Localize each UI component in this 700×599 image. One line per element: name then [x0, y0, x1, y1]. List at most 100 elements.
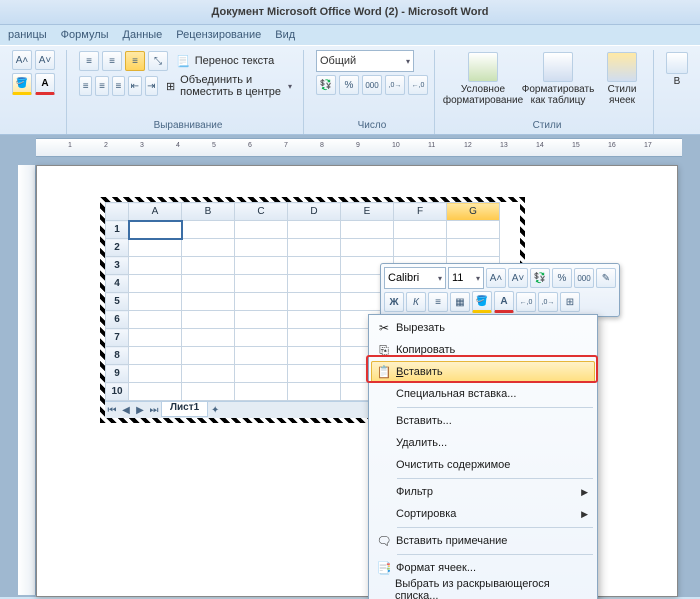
cell[interactable]: [129, 293, 182, 311]
decrease-decimal-button[interactable]: ←,0: [408, 75, 428, 95]
sheet-nav-next[interactable]: ▶: [133, 403, 147, 417]
row-header[interactable]: 6: [106, 311, 129, 329]
menu-paste[interactable]: 📋Вставить: [371, 361, 595, 383]
cell[interactable]: [288, 383, 341, 401]
mini-font-dropdown[interactable]: Calibri▾: [384, 267, 446, 289]
decrease-indent-button[interactable]: ⇤: [128, 76, 141, 96]
cell[interactable]: [129, 221, 182, 239]
cell[interactable]: [182, 311, 235, 329]
row-header[interactable]: 8: [106, 347, 129, 365]
cell[interactable]: [129, 329, 182, 347]
align-right-button[interactable]: ≡: [112, 76, 125, 96]
cell[interactable]: [235, 221, 288, 239]
mini-bold-button[interactable]: Ж: [384, 292, 404, 312]
cell[interactable]: [182, 365, 235, 383]
cell[interactable]: [235, 311, 288, 329]
menu-paste-special[interactable]: Специальная вставка...: [371, 383, 595, 405]
cell[interactable]: [129, 311, 182, 329]
menu-cut[interactable]: ✂Вырезать: [371, 317, 595, 339]
cell[interactable]: [288, 257, 341, 275]
cell[interactable]: [182, 257, 235, 275]
mini-shrink-font-button[interactable]: A˅: [508, 268, 528, 288]
row-header[interactable]: 4: [106, 275, 129, 293]
cell[interactable]: [288, 221, 341, 239]
mini-borders-button[interactable]: ▦: [450, 292, 470, 312]
sheet-nav-prev[interactable]: ◀: [119, 403, 133, 417]
fill-color-button[interactable]: 🪣: [12, 73, 32, 95]
cell[interactable]: [182, 221, 235, 239]
cell[interactable]: [288, 275, 341, 293]
align-bottom-button[interactable]: ≡: [125, 51, 145, 71]
mini-align-center-button[interactable]: ≡: [428, 292, 448, 312]
col-header-e[interactable]: E: [341, 203, 394, 221]
cell[interactable]: [129, 347, 182, 365]
merge-center-button[interactable]: ⊞Объединить и поместить в центре▾: [161, 75, 297, 97]
menu-insert[interactable]: Вставить...: [371, 410, 595, 432]
horizontal-ruler[interactable]: 1234567891011121314151617: [36, 138, 682, 157]
menu-format-cells[interactable]: 📑Формат ячеек...: [371, 557, 595, 579]
tab-formulas[interactable]: Формулы: [61, 29, 109, 41]
row-header[interactable]: 5: [106, 293, 129, 311]
menu-filter[interactable]: Фильтр▶: [371, 481, 595, 503]
align-middle-button[interactable]: ≡: [102, 51, 122, 71]
mini-font-color-button[interactable]: A: [494, 291, 514, 313]
align-top-button[interactable]: ≡: [79, 51, 99, 71]
number-format-dropdown[interactable]: Общий▾: [316, 50, 414, 72]
cell[interactable]: [129, 365, 182, 383]
menu-comment[interactable]: 🗨Вставить примечание: [371, 530, 595, 552]
align-center-button[interactable]: ≡: [95, 76, 108, 96]
tab-data[interactable]: Данные: [123, 29, 163, 41]
row-header[interactable]: 2: [106, 239, 129, 257]
menu-dropdown-list[interactable]: Выбрать из раскрывающегося списка...: [371, 579, 595, 599]
new-sheet-button[interactable]: ✦: [208, 403, 222, 417]
menu-sort[interactable]: Сортировка▶: [371, 503, 595, 525]
mini-size-dropdown[interactable]: 11▾: [448, 267, 484, 289]
increase-indent-button[interactable]: ⇥: [145, 76, 158, 96]
cell[interactable]: [235, 293, 288, 311]
insert-cells-button[interactable]: В: [666, 50, 688, 87]
row-header[interactable]: 7: [106, 329, 129, 347]
cell[interactable]: [341, 239, 394, 257]
cell[interactable]: [182, 347, 235, 365]
tab-pages[interactable]: раницы: [8, 29, 47, 41]
col-header-b[interactable]: B: [182, 203, 235, 221]
orientation-button[interactable]: ⤡: [148, 51, 168, 71]
mini-inc-decimal-button[interactable]: ,0→: [538, 292, 558, 312]
cell[interactable]: [235, 275, 288, 293]
col-header-a[interactable]: A: [129, 203, 182, 221]
cell[interactable]: [235, 257, 288, 275]
cell[interactable]: [182, 383, 235, 401]
mini-format-painter-button[interactable]: ✎: [596, 268, 616, 288]
cell[interactable]: [447, 239, 500, 257]
mini-dec-decimal-button[interactable]: ←,0: [516, 292, 536, 312]
cell[interactable]: [235, 239, 288, 257]
cell[interactable]: [447, 221, 500, 239]
sheet-tab[interactable]: Лист1: [161, 401, 208, 417]
accounting-format-button[interactable]: 💱: [316, 75, 336, 95]
mini-merge-button[interactable]: ⊞: [560, 292, 580, 312]
cell[interactable]: [341, 221, 394, 239]
cell[interactable]: [129, 257, 182, 275]
cell[interactable]: [129, 275, 182, 293]
tab-review[interactable]: Рецензирование: [176, 29, 261, 41]
cell[interactable]: [235, 347, 288, 365]
format-as-table-button[interactable]: Форматировать как таблицу: [522, 50, 594, 106]
cell[interactable]: [182, 329, 235, 347]
comma-format-button[interactable]: 000: [362, 75, 382, 95]
tab-view[interactable]: Вид: [275, 29, 295, 41]
cell[interactable]: [288, 239, 341, 257]
font-color-button[interactable]: A: [35, 73, 55, 95]
sheet-nav-first[interactable]: ⏮: [105, 403, 119, 417]
menu-delete[interactable]: Удалить...: [371, 432, 595, 454]
cell[interactable]: [182, 293, 235, 311]
mini-comma-button[interactable]: 000: [574, 268, 594, 288]
vertical-ruler[interactable]: [18, 165, 36, 595]
cell[interactable]: [288, 347, 341, 365]
increase-font-button[interactable]: A˄: [12, 50, 32, 70]
mini-accounting-button[interactable]: 💱: [530, 268, 550, 288]
cell[interactable]: [235, 383, 288, 401]
align-left-button[interactable]: ≡: [79, 76, 92, 96]
wrap-text-button[interactable]: 📃Перенос текста: [171, 50, 279, 72]
select-all-cell[interactable]: [106, 203, 129, 221]
row-header[interactable]: 1: [106, 221, 129, 239]
